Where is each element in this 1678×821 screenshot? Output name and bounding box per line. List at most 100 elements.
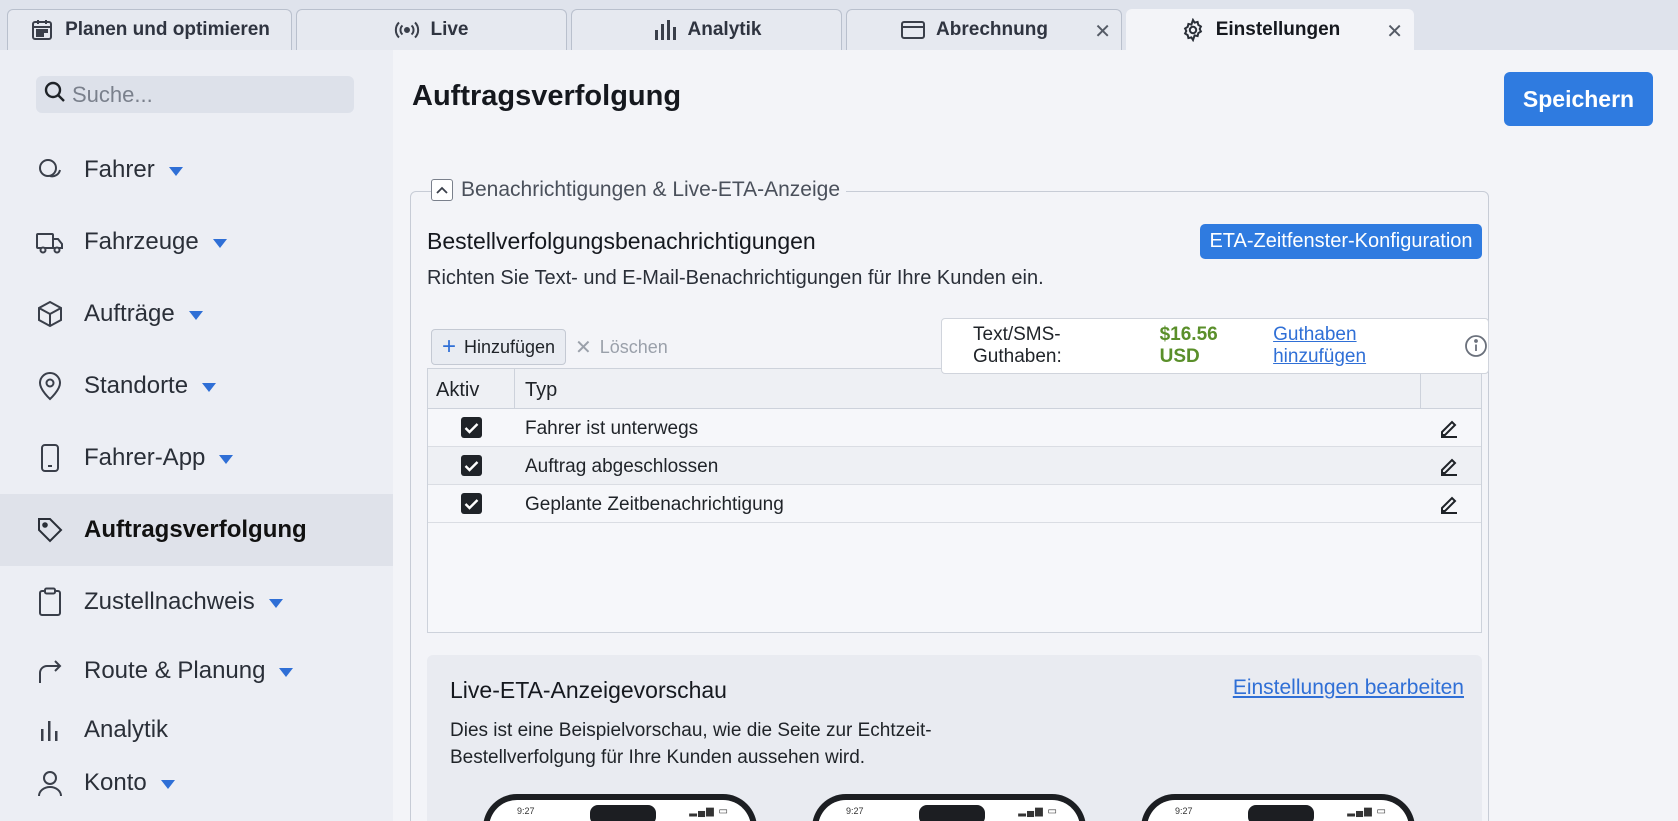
page-title: Auftragsverfolgung <box>412 80 682 112</box>
sidebar-item-label: Konto <box>84 769 147 796</box>
tab-live[interactable]: Live <box>296 9 567 50</box>
table-row: Geplante Zeitbenachrichtigung <box>428 485 1481 523</box>
sidebar-item-auftragsverfolgung[interactable]: Auftragsverfolgung <box>0 494 393 566</box>
column-header-aktiv: Aktiv <box>436 379 480 401</box>
chevron-down-icon <box>279 667 294 677</box>
close-icon: ✕ <box>575 336 592 359</box>
gear-icon <box>1180 17 1206 43</box>
chevron-down-icon <box>188 310 203 320</box>
chevron-up-icon <box>436 186 448 194</box>
sidebar-item-label: Zustellnachweis <box>84 588 255 615</box>
close-icon[interactable]: ✕ <box>1094 19 1111 44</box>
chevron-down-icon <box>212 238 227 248</box>
notifications-description: Richten Sie Text- und E-Mail-Benachricht… <box>427 267 1044 289</box>
sidebar-item-auftraege[interactable]: Aufträge <box>0 278 393 350</box>
bar-chart-icon <box>34 714 66 746</box>
notification-type: Auftrag abgeschlossen <box>525 456 719 477</box>
checkmark-icon <box>464 460 479 472</box>
credit-label: Text/SMS-Guthaben: <box>973 324 1062 367</box>
search-icon <box>44 81 66 108</box>
column-divider <box>514 369 515 409</box>
credit-value: $16.56 USD <box>1159 324 1218 367</box>
sidebar-item-konto[interactable]: Konto <box>0 756 393 810</box>
sidebar: Fahrer Fahrzeuge Aufträge Standorte Fahr… <box>0 50 393 821</box>
search-box <box>36 76 354 113</box>
save-button[interactable]: Speichern <box>1504 72 1653 126</box>
notifications-title: Bestellverfolgungsbenachrichtigungen <box>427 228 816 254</box>
add-button-label: Hinzufügen <box>463 336 556 357</box>
phone-preview: 9:27 ▂▄▆ ▭ <box>1141 794 1415 821</box>
search-input[interactable] <box>72 81 332 108</box>
plus-icon: + <box>441 333 456 360</box>
edit-settings-link[interactable]: Einstellungen bearbeiten <box>1233 676 1464 700</box>
chevron-down-icon <box>160 779 175 789</box>
edit-icon[interactable] <box>1436 491 1462 517</box>
notifications-table: Aktiv Typ Fahrer ist unterwegs Auftrag a… <box>427 368 1482 633</box>
sidebar-item-label: Standorte <box>84 372 189 399</box>
sidebar-item-label: Fahrer-App <box>84 444 206 471</box>
phone-time: 9:27 <box>517 806 535 816</box>
phone-preview: 9:27 ▂▄▆ ▭ <box>483 794 757 821</box>
main-content: Auftragsverfolgung Speichern Benachricht… <box>393 50 1678 821</box>
close-icon[interactable]: ✕ <box>1386 19 1403 44</box>
tab-planen-und-optimieren[interactable]: Planen und optimieren <box>7 9 292 50</box>
calendar-icon <box>29 17 55 43</box>
sidebar-item-label: Fahrzeuge <box>84 228 199 255</box>
bar-chart-icon <box>652 17 678 43</box>
sidebar-item-zustellnachweis[interactable]: Zustellnachweis <box>0 566 393 638</box>
active-checkbox[interactable] <box>461 417 482 438</box>
collapse-toggle[interactable] <box>431 179 453 201</box>
preview-description: Dies ist eine Beispielvorschau, wie die … <box>450 720 932 768</box>
signal-icon: ▂▄▆ ▭ <box>689 806 729 817</box>
credit-card-icon <box>900 17 926 43</box>
chevron-down-icon <box>268 598 283 608</box>
sms-credit-box: Text/SMS-Guthaben: $16.56 USD Guthaben h… <box>941 318 1489 374</box>
phone-notch <box>590 805 656 821</box>
notification-type: Fahrer ist unterwegs <box>525 418 699 439</box>
sidebar-item-label: Auftragsverfolgung <box>84 516 307 543</box>
eta-config-button[interactable]: ETA-Zeitfenster-Konfiguration <box>1200 224 1482 259</box>
sidebar-item-label: Aufträge <box>84 300 175 327</box>
signal-icon: ▂▄▆ ▭ <box>1018 806 1058 817</box>
tab-label: Live <box>430 19 469 40</box>
smartphone-icon <box>34 442 66 474</box>
sidebar-item-fahrzeuge[interactable]: Fahrzeuge <box>0 206 393 278</box>
delete-button[interactable]: ✕ Löschen <box>575 329 668 365</box>
sidebar-item-standorte[interactable]: Standorte <box>0 350 393 422</box>
tab-bar: Planen und optimieren Live Analytik Abre… <box>0 0 1678 50</box>
active-checkbox[interactable] <box>461 493 482 514</box>
preview-title: Live-ETA-Anzeigevorschau <box>450 677 727 703</box>
table-row: Auftrag abgeschlossen <box>428 447 1481 485</box>
chevron-down-icon <box>168 166 183 176</box>
column-divider <box>1420 369 1421 409</box>
tab-label: Planen und optimieren <box>65 19 270 40</box>
tab-einstellungen[interactable]: Einstellungen ✕ <box>1126 9 1414 50</box>
notification-type: Geplante Zeitbenachrichtigung <box>525 494 784 515</box>
tab-analytik[interactable]: Analytik <box>571 9 842 50</box>
checkmark-icon <box>464 422 479 434</box>
users-icon <box>34 154 66 186</box>
add-credit-link[interactable]: Guthaben hinzufügen <box>1273 324 1453 368</box>
tag-icon <box>34 514 66 546</box>
sidebar-item-route-planung[interactable]: Route & Planung <box>0 635 393 707</box>
sidebar-item-label: Route & Planung <box>84 657 266 684</box>
sidebar-item-fahrer-app[interactable]: Fahrer-App <box>0 422 393 494</box>
active-checkbox[interactable] <box>461 455 482 476</box>
share-arrow-icon <box>34 655 66 687</box>
sidebar-item-analytik[interactable]: Analytik <box>0 700 393 760</box>
broadcast-icon <box>394 17 420 43</box>
sidebar-item-fahrer[interactable]: Fahrer <box>0 134 393 206</box>
add-button[interactable]: + Hinzufügen <box>431 329 566 365</box>
edit-icon[interactable] <box>1436 453 1462 479</box>
section-legend: Benachrichtigungen & Live-ETA-Anzeige <box>431 178 846 202</box>
table-header: Aktiv Typ <box>428 369 1481 409</box>
edit-icon[interactable] <box>1436 415 1462 441</box>
clipboard-icon <box>34 586 66 618</box>
column-header-typ: Typ <box>525 379 558 401</box>
tab-label: Abrechnung <box>936 19 1048 40</box>
tab-label: Analytik <box>687 19 762 40</box>
tab-abrechnung[interactable]: Abrechnung ✕ <box>846 9 1122 50</box>
box-icon <box>34 298 66 330</box>
info-icon[interactable] <box>1464 334 1488 358</box>
table-row: Fahrer ist unterwegs <box>428 409 1481 447</box>
